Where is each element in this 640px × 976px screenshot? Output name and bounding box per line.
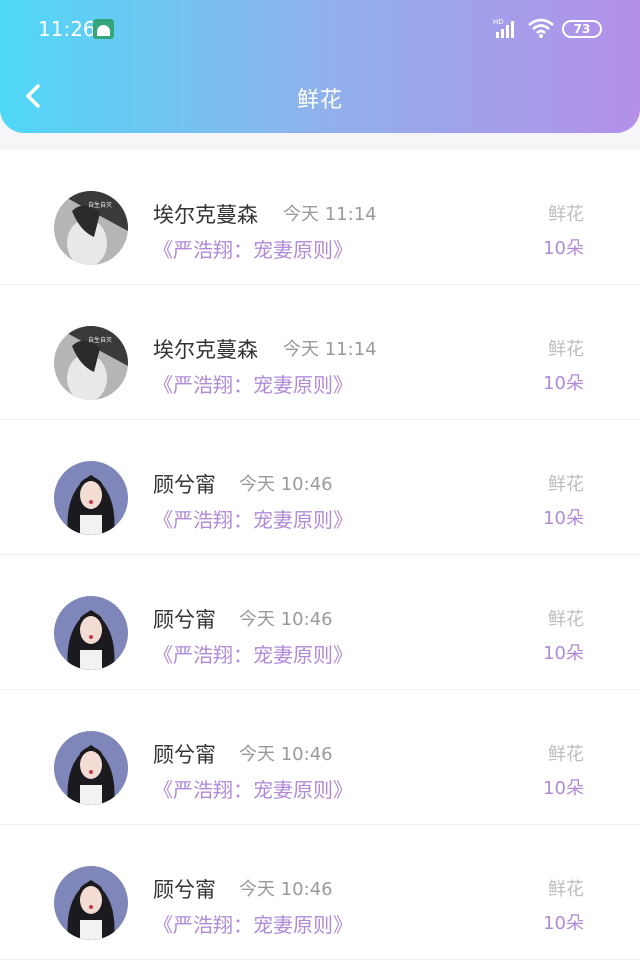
gift-count: 10朵 [543,913,584,934]
timestamp: 今天 10:46 [239,744,333,765]
list-item[interactable]: 顾兮甯 今天 10:46 《严浩翔：宠妻原则》 鲜花 10朵 [0,690,640,825]
list-item[interactable]: 自生自灭 埃尔克蔓森 今天 11:14 《严浩翔：宠妻原则》 鲜花 10朵 [0,285,640,420]
avatar[interactable]: 自生自灭 [54,191,128,265]
user-name: 顾兮甯 [153,878,216,902]
book-title[interactable]: 《严浩翔：宠妻原则》 [153,909,353,938]
timestamp: 今天 10:46 [239,879,333,900]
android-notification-icon [93,19,114,39]
gift-count: 10朵 [543,643,584,664]
gift-count: 10朵 [543,238,584,259]
user-name: 埃尔克蔓森 [153,338,258,362]
gift-type: 鲜花 [548,609,584,630]
gift-type: 鲜花 [548,204,584,225]
book-title[interactable]: 《严浩翔：宠妻原则》 [153,504,353,533]
gift-record-list[interactable]: 自生自灭 埃尔克蔓森 今天 11:14 《严浩翔：宠妻原则》 鲜花 10朵 自生… [0,150,640,976]
user-name: 顾兮甯 [153,743,216,767]
book-title[interactable]: 《严浩翔：宠妻原则》 [153,234,353,263]
signal-icon: HD [493,18,514,38]
gift-count: 10朵 [543,778,584,799]
list-item[interactable]: 顾兮甯 今天 10:46 《严浩翔：宠妻原则》 鲜花 10朵 [0,420,640,555]
gift-type: 鲜花 [548,879,584,900]
avatar[interactable] [54,731,128,805]
book-title[interactable]: 《严浩翔：宠妻原则》 [153,369,353,398]
avatar[interactable] [54,596,128,670]
wifi-icon [528,18,554,38]
timestamp: 今天 11:14 [283,204,377,225]
gift-count: 10朵 [543,508,584,529]
avatar[interactable] [54,461,128,535]
header: 11:26 HD 73 鲜花 [0,0,640,133]
timestamp: 今天 10:46 [239,474,333,495]
list-item[interactable]: 顾兮甯 今天 10:46 《严浩翔：宠妻原则》 鲜花 10朵 [0,825,640,960]
user-name: 埃尔克蔓森 [153,203,258,227]
book-title[interactable]: 《严浩翔：宠妻原则》 [153,774,353,803]
battery-icon: 73 [562,20,602,38]
avatar[interactable] [54,866,128,940]
page-title: 鲜花 [296,88,343,113]
timestamp: 今天 10:46 [239,609,333,630]
gift-count: 10朵 [543,373,584,394]
gift-type: 鲜花 [548,339,584,360]
timestamp: 今天 11:14 [283,339,377,360]
svg-text:HD: HD [493,18,504,26]
status-bar: 11:26 HD 73 [0,0,640,58]
list-item[interactable]: 顾兮甯 今天 10:46 《严浩翔：宠妻原则》 鲜花 10朵 [0,555,640,690]
book-title[interactable]: 《严浩翔：宠妻原则》 [153,639,353,668]
gift-type: 鲜花 [548,474,584,495]
gift-type: 鲜花 [548,744,584,765]
svg-text:自生自灭: 自生自灭 [88,336,112,344]
status-time: 11:26 [38,17,96,41]
list-item[interactable]: 自生自灭 埃尔克蔓森 今天 11:14 《严浩翔：宠妻原则》 鲜花 10朵 [0,150,640,285]
nav-bar: 鲜花 [0,60,640,132]
user-name: 顾兮甯 [153,473,216,497]
user-name: 顾兮甯 [153,608,216,632]
avatar[interactable]: 自生自灭 [54,326,128,400]
svg-text:自生自灭: 自生自灭 [88,201,112,209]
